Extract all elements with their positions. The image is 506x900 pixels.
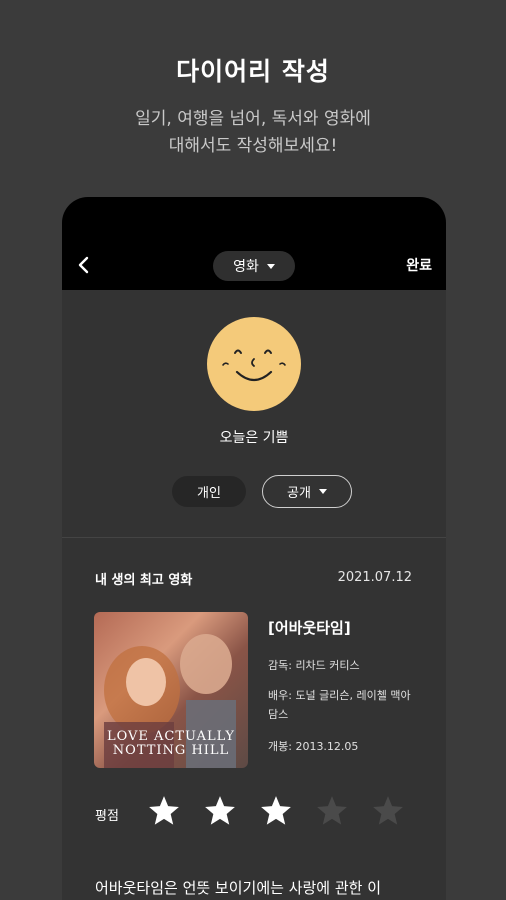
subline-line-1: 일기, 여행을 넘어, 독서와 영화에 <box>135 109 371 129</box>
star-filled-icon[interactable] <box>259 794 293 828</box>
private-toggle-button[interactable]: 개인 <box>172 476 246 507</box>
star-filled-icon[interactable] <box>147 794 181 828</box>
star-rating[interactable] <box>147 794 405 828</box>
mood-smiley-icon[interactable] <box>207 317 301 411</box>
mood-label: 오늘은 기쁨 <box>219 430 289 446</box>
movie-release-date: 개봉: 2013.12.05 <box>268 740 359 753</box>
phone-mockup: 영화 완료 오늘은 기쁨 개인 공개 내 생의 최고 영화 2021.07.12 <box>62 197 446 900</box>
star-filled-icon[interactable] <box>203 794 237 828</box>
dropdown-caret-icon <box>266 263 275 269</box>
entry-title[interactable]: 내 생의 최고 영화 <box>95 569 192 588</box>
movie-title: [어바웃타임] <box>268 619 351 637</box>
page-subline: 일기, 여행을 넘어, 독서와 영화에 대해서도 작성해보세요! <box>0 106 506 160</box>
poster-caption: LOVE ACTUALLY NOTTING HILL <box>94 730 248 758</box>
category-dropdown[interactable]: 영화 <box>213 251 295 281</box>
review-text[interactable]: 어바웃타임은 언뜻 보이기에는 사랑에 관한 이 <box>95 877 381 898</box>
category-label: 영화 <box>233 259 259 275</box>
movie-director: 감독: 리차드 커티스 <box>268 659 360 672</box>
entry-date: 2021.07.12 <box>337 570 412 585</box>
public-dropdown-button[interactable]: 공개 <box>262 475 352 508</box>
movie-cast: 배우: 도널 글리슨, 레이첼 맥아담스 <box>268 689 411 721</box>
star-empty-icon[interactable] <box>371 794 405 828</box>
done-button[interactable]: 완료 <box>406 255 432 275</box>
back-arrow-icon[interactable] <box>74 255 94 275</box>
public-label: 공개 <box>287 486 311 501</box>
section-divider <box>62 537 446 538</box>
star-empty-icon[interactable] <box>315 794 349 828</box>
rating-label: 평점 <box>95 809 119 824</box>
dropdown-caret-icon <box>318 489 327 494</box>
app-topbar: 영화 완료 <box>62 197 446 290</box>
subline-line-2: 대해서도 작성해보세요! <box>168 136 338 156</box>
poster-caption-line-2: NOTTING HILL <box>112 743 230 758</box>
movie-poster: LOVE ACTUALLY NOTTING HILL <box>94 612 248 768</box>
page-headline: 다이어리 작성 <box>176 57 330 86</box>
poster-caption-line-1: LOVE ACTUALLY <box>106 729 236 744</box>
